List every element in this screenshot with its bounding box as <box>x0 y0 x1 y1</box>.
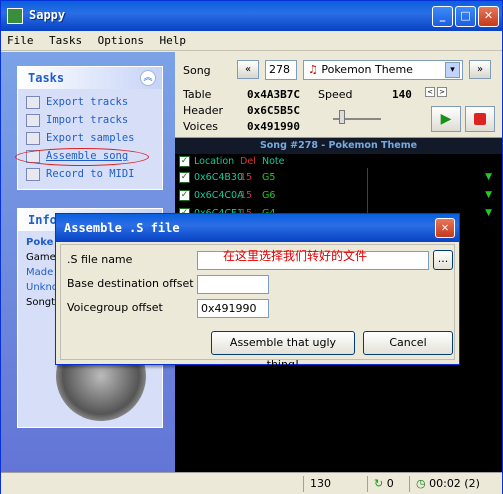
menu-file[interactable]: File <box>1 31 40 50</box>
minimize-button[interactable]: _ <box>432 6 453 27</box>
header-label: Header <box>183 104 224 117</box>
assemble-button[interactable]: Assemble that ugly thing! <box>211 331 355 371</box>
menu-tasks[interactable]: Tasks <box>43 31 88 50</box>
check-icon[interactable]: ✓ <box>179 171 190 183</box>
clock-icon: ◷ <box>416 477 430 490</box>
app-icon <box>7 8 23 24</box>
chevron-down-icon[interactable]: ▾ <box>445 62 460 78</box>
samples-icon <box>26 131 40 145</box>
voicegroup-label: Voicegroup offset <box>67 301 163 314</box>
status-position: 130 <box>303 476 365 492</box>
menu-help[interactable]: Help <box>153 31 192 50</box>
arrow-down-icon: ▼ <box>485 208 492 218</box>
track-row[interactable]: ✓ 0x6C4C0A 15 G6 ▼ <box>175 186 502 204</box>
record-icon <box>26 167 40 181</box>
menu-bar: File Tasks Options Help <box>1 31 502 51</box>
stop-icon <box>474 113 486 125</box>
browse-button[interactable]: ... <box>433 250 453 270</box>
speed-down-button[interactable]: < <box>425 87 435 97</box>
speed-label: Speed <box>318 88 353 101</box>
dialog-close-button[interactable]: ✕ <box>435 218 455 238</box>
close-button[interactable]: ✕ <box>478 6 499 27</box>
song-number-input[interactable]: 278 <box>265 60 297 80</box>
status-bar: 130 ↻ 0 ◷ 00:02 (2) <box>1 472 502 494</box>
file-label: .S file name <box>67 253 133 266</box>
arrow-down-icon: ▼ <box>485 190 492 200</box>
collapse-icon[interactable]: ︽ <box>140 70 156 86</box>
next-song-button[interactable]: » <box>469 60 491 79</box>
song-label: Song <box>183 64 211 77</box>
task-record-midi[interactable]: Record to MIDI <box>18 165 162 183</box>
export-icon <box>26 95 40 109</box>
base-offset-label: Base destination offset <box>67 277 194 290</box>
maximize-button[interactable]: □ <box>455 6 476 27</box>
speed-up-button[interactable]: > <box>437 87 447 97</box>
task-import-tracks[interactable]: Import tracks <box>18 111 162 129</box>
grid-header: ✓ Location Del Note <box>179 155 285 167</box>
music-note-icon: ♫ <box>308 63 322 76</box>
track-row[interactable]: ✓ 0x6C4B30 15 G5 ▼ <box>175 168 502 186</box>
loop-icon: ↻ <box>374 477 387 490</box>
check-icon[interactable]: ✓ <box>179 189 190 201</box>
grid-title: Song #278 - Pokemon Theme <box>175 138 502 154</box>
table-label: Table <box>183 88 212 101</box>
play-button[interactable]: ▶ <box>431 106 461 132</box>
voices-value: 0x491990 <box>247 120 300 133</box>
dialog-title: Assemble .S file ✕ <box>56 214 459 242</box>
status-loop: ↻ 0 <box>367 476 407 492</box>
arrow-down-icon: ▼ <box>485 172 492 182</box>
prev-song-button[interactable]: « <box>237 60 259 79</box>
voices-label: Voices <box>183 120 219 133</box>
title-bar: Sappy _ □ ✕ <box>1 1 502 31</box>
dialog-body: .S file name 在这里选择我们转好的文件 ... Base desti… <box>60 244 455 371</box>
annotation-ellipse <box>15 148 149 166</box>
speed-value: 140 <box>392 88 412 101</box>
volume-slider[interactable] <box>333 104 381 126</box>
status-pane <box>1 476 301 492</box>
play-icon: ▶ <box>440 111 452 127</box>
import-icon <box>26 113 40 127</box>
task-export-samples[interactable]: Export samples <box>18 129 162 147</box>
window-title: Sappy <box>29 8 66 22</box>
menu-options[interactable]: Options <box>92 31 150 50</box>
base-offset-input[interactable] <box>197 275 269 294</box>
check-icon[interactable]: ✓ <box>179 155 190 167</box>
status-time: ◷ 00:02 (2) <box>409 476 499 492</box>
song-select[interactable]: ♫ Pokemon Theme ▾ <box>303 60 463 80</box>
header-value: 0x6C5B5C <box>247 104 300 117</box>
assemble-dialog: Assemble .S file ✕ .S file name 在这里选择我们转… <box>55 213 460 371</box>
song-toolbar: Song « 278 ♫ Pokemon Theme ▾ » Table 0x4… <box>175 52 502 138</box>
table-value: 0x4A3B7C <box>247 88 300 101</box>
stop-button[interactable] <box>465 106 495 132</box>
task-export-tracks[interactable]: Export tracks <box>18 93 162 111</box>
cancel-button[interactable]: Cancel <box>363 331 453 355</box>
voicegroup-input[interactable]: 0x491990 <box>197 299 269 318</box>
annotation-text: 在这里选择我们转好的文件 <box>223 249 368 263</box>
tasks-panel: Tasks ︽ Export tracks Import tracks Expo… <box>17 66 163 190</box>
